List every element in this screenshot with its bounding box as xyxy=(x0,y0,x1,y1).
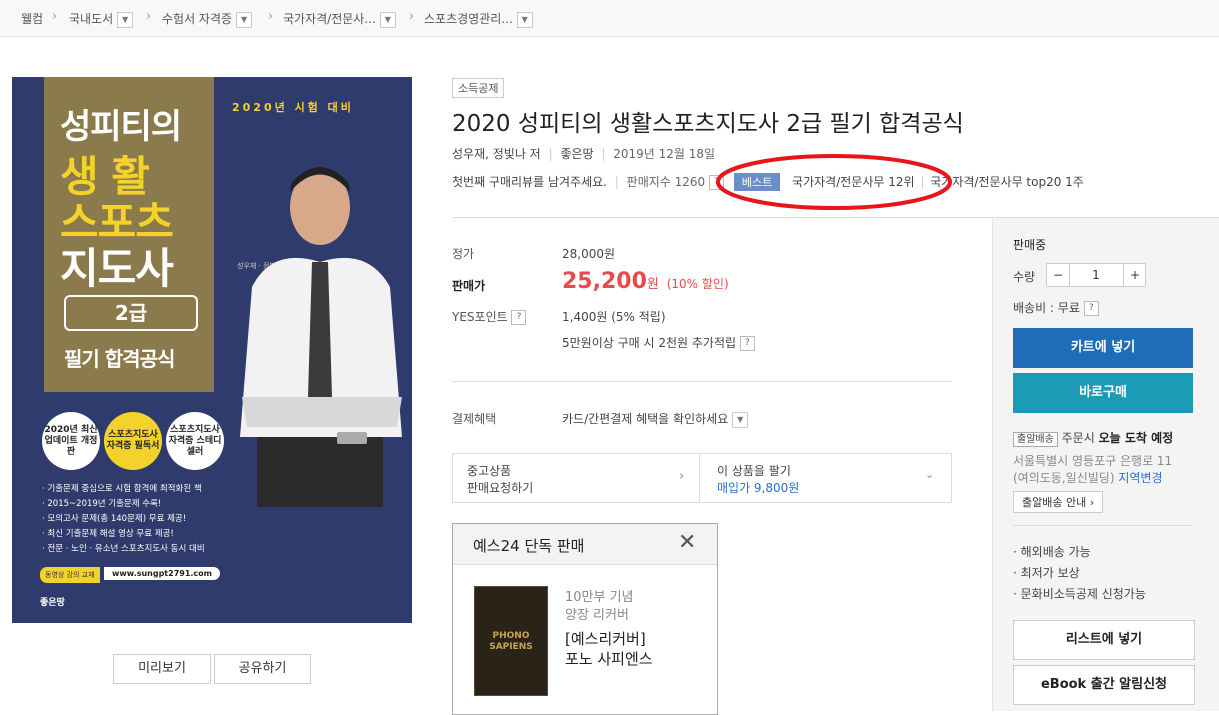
share-button[interactable]: 공유하기 xyxy=(214,654,311,684)
plus-icon[interactable]: + xyxy=(1123,264,1146,286)
delivery-tag: 출알배송 xyxy=(1013,432,1058,447)
exclusive-line2: 양장 리커버 xyxy=(565,608,629,623)
sale-price-unit: 원 xyxy=(646,277,659,292)
divider xyxy=(1013,525,1193,526)
help-icon[interactable]: ? xyxy=(511,310,527,325)
region-change-link[interactable]: 지역변경 xyxy=(1118,471,1162,485)
feature-culture-deduction: · 문화비소득공제 신청가능 xyxy=(1013,587,1146,601)
list-price-label: 정가 xyxy=(452,247,475,261)
chevron-down-icon[interactable]: ▼ xyxy=(516,11,533,28)
product-meta: 성우재, 정빛나 저 | 좋은땅 | 2019년 12월 18일 xyxy=(452,147,716,161)
help-icon[interactable]: ? xyxy=(739,336,755,351)
exclusive-header: 예스24 단독 판매 ✕ xyxy=(453,524,717,565)
phono-sapiens-thumbnail[interactable]: PHONO SAPIENS xyxy=(474,586,548,696)
income-deduction-tag: 소득공제 xyxy=(452,78,505,98)
breadcrumb-item[interactable]: 국내도서 ▼ xyxy=(69,10,134,28)
exclusive-line3[interactable]: [예스리커버] xyxy=(565,628,646,649)
cover-badge: 2020년 최신 업데이트 개정판 xyxy=(42,412,100,470)
sale-price: 25,200원 (10% 할인) xyxy=(562,269,729,294)
cover-title-line: 성피티의 xyxy=(60,107,182,147)
cover-site-url: www.sungpt2791.com xyxy=(104,567,221,580)
chevron-right-icon: › xyxy=(679,469,685,484)
shipping-fee: 배송비 : 무료 ? xyxy=(1013,299,1099,316)
cover-lecture-label: 동영상 강의 교재 xyxy=(40,567,100,583)
divider xyxy=(452,381,952,382)
chevron-down-icon[interactable]: ▼ xyxy=(117,11,134,28)
chevron-down-icon[interactable]: ▼ xyxy=(236,11,253,28)
close-icon[interactable]: ✕ xyxy=(678,530,696,555)
cover-grade-box: 2급 xyxy=(64,295,198,331)
payment-benefit-dropdown[interactable]: 카드/간편결제 혜택을 확인하세요 ▼ xyxy=(562,410,749,428)
product-title: 2020 성피티의 생활스포츠지도사 2급 필기 합격공식 xyxy=(452,111,964,137)
delivery-info-button[interactable]: 출알배송 안내 › xyxy=(1013,491,1104,513)
exclusive-sale-box: 예스24 단독 판매 ✕ PHONO SAPIENS 10만부 기념 양장 리커… xyxy=(452,523,718,715)
used-left-line1: 중고상품 xyxy=(467,464,512,478)
point-extra: 5만원이상 구매 시 2천원 추가적립 ? xyxy=(562,334,755,351)
chevron-down-icon[interactable]: ▼ xyxy=(379,11,396,28)
chevron-right-icon: › xyxy=(146,9,152,24)
delivery-address-detail: (여의도동,일신빌딩) 지역변경 xyxy=(1013,471,1163,485)
add-to-list-button[interactable]: 리스트에 넣기 xyxy=(1013,620,1195,660)
breadcrumb-item[interactable]: 국가자격/전문사... ▼ xyxy=(283,10,396,28)
highlight-ellipse xyxy=(716,154,952,210)
quantity-stepper[interactable]: − 1 + xyxy=(1046,263,1146,287)
chevron-right-icon: › xyxy=(268,9,274,24)
cover-badge: 스포츠지도사 자격증 스테디셀러 xyxy=(166,412,224,470)
cover-subtitle: 필기 합격공식 xyxy=(64,347,175,371)
used-sell-request[interactable]: 중고상품 판매요청하기 › xyxy=(453,454,700,502)
sales-index: 판매지수 1260 xyxy=(626,175,706,189)
used-left-line2: 판매요청하기 xyxy=(467,481,534,495)
quantity-label: 수량 xyxy=(1013,270,1036,284)
exclusive-line1: 10만부 기념 xyxy=(565,590,634,605)
breadcrumb-item[interactable]: 스포츠경영관리... ▼ xyxy=(424,10,533,28)
exclusive-title: 예스24 단독 판매 xyxy=(473,537,585,555)
payment-label: 결제혜택 xyxy=(452,412,497,426)
ebook-alert-button[interactable]: eBook 출간 알림신청 xyxy=(1013,665,1195,705)
cover-person-illustration xyxy=(240,167,402,507)
delivery-estimate: 출알배송 주문시 오늘 도착 예정 xyxy=(1013,429,1173,447)
add-to-cart-button[interactable]: 카트에 넣기 xyxy=(1013,328,1193,368)
breadcrumb: 웰컴 › 국내도서 ▼ › 수험서 자격증 ▼ › 국가자격/전문사... ▼ › 스… xyxy=(0,0,1219,37)
cover-publisher-logo: 좋은땅 xyxy=(40,598,65,608)
chevron-right-icon: › xyxy=(52,9,58,24)
delivery-address: 서울특별시 영등포구 은행로 11 xyxy=(1013,454,1173,468)
chevron-right-icon: › xyxy=(409,9,415,24)
minus-icon[interactable]: − xyxy=(1047,264,1070,286)
feature-lowest-price: · 최저가 보상 xyxy=(1013,566,1080,580)
point-value: 1,400원 (5% 적립) xyxy=(562,310,666,324)
publisher-link[interactable]: 좋은땅 xyxy=(560,147,593,161)
quantity-input[interactable]: 1 xyxy=(1069,264,1123,286)
sale-status: 판매중 xyxy=(1013,238,1047,252)
cover-title-line: 지도사 xyxy=(60,244,174,293)
book-cover[interactable]: 2020년 시험 대비 성피티의 생 활 스포츠 지도사 2급 필기 합격공식 … xyxy=(12,77,412,623)
point-label: YES포인트 ? xyxy=(452,308,527,325)
review-prompt-link[interactable]: 첫번째 구매리뷰를 남겨주세요. xyxy=(452,175,607,189)
breadcrumb-home[interactable]: 웰컴 xyxy=(21,10,43,27)
authors-link[interactable]: 성우재, 정빛나 저 xyxy=(452,147,541,161)
buyback-price: 매입가 9,800원 xyxy=(717,481,800,495)
used-goods-box: 중고상품 판매요청하기 › 이 상품을 팔기 매입가 9,800원 ⌄ xyxy=(452,453,952,503)
feature-overseas: · 해외배송 가능 xyxy=(1013,545,1091,559)
exclusive-line4[interactable]: 포노 사피엔스 xyxy=(565,648,653,669)
cover-bullet-list: · 기출문제 중심으로 시험 합격에 최적화된 책 · 2015~2019년 기… xyxy=(42,484,205,554)
breadcrumb-item[interactable]: 수험서 자격증 ▼ xyxy=(162,10,253,28)
cover-badge: 스포츠지도사 자격증 필독서 xyxy=(104,412,162,470)
used-right-line1: 이 상품을 팔기 xyxy=(717,464,791,478)
discount-rate: (10% 할인) xyxy=(666,277,729,291)
list-price-value: 28,000원 xyxy=(562,247,616,261)
purchase-panel: 판매중 수량 − 1 + 배송비 : 무료 ? 카트에 넣기 바로구매 출알배송… xyxy=(992,218,1219,711)
chevron-down-icon: ⌄ xyxy=(925,468,935,481)
help-icon[interactable]: ? xyxy=(1083,301,1099,316)
sale-price-number: 25,200 xyxy=(562,269,647,294)
sale-price-label: 판매가 xyxy=(452,279,486,293)
publish-date: 2019년 12월 18일 xyxy=(613,147,716,161)
preview-button[interactable]: 미리보기 xyxy=(113,654,211,684)
buy-now-button[interactable]: 바로구매 xyxy=(1013,373,1193,413)
cover-exam-year: 2020년 시험 대비 xyxy=(232,101,354,114)
chevron-down-icon[interactable]: ▼ xyxy=(732,411,749,428)
thumbnail-title: PHONO SAPIENS xyxy=(489,631,533,652)
sell-this-item[interactable]: 이 상품을 팔기 매입가 9,800원 ⌄ xyxy=(703,454,951,502)
